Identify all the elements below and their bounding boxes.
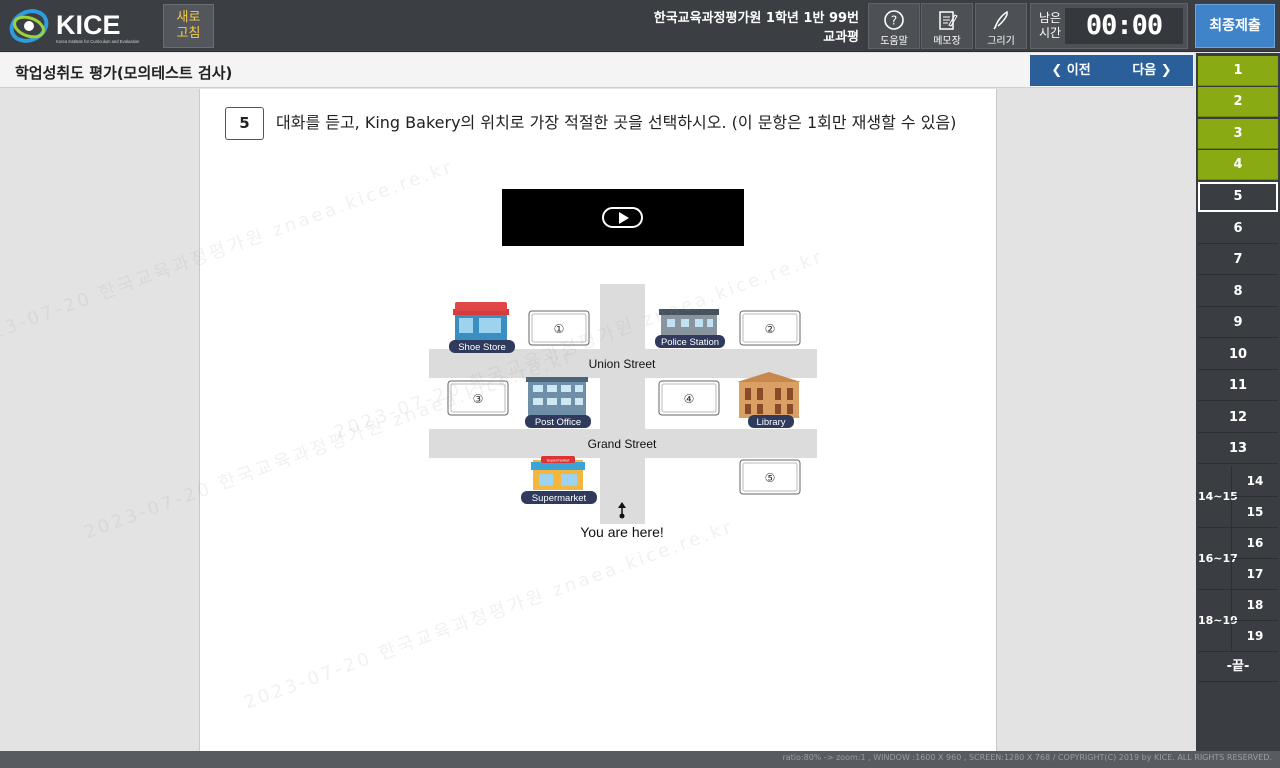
audio-player[interactable] <box>502 189 744 246</box>
refresh-label-line2: 고침 <box>176 26 201 41</box>
next-label: 다음 <box>1132 63 1157 78</box>
student-id: 한국교육과정평가원 1학년 1반 99번 <box>653 11 859 26</box>
question-nav-11[interactable]: 11 <box>1198 371 1278 401</box>
question-nav-2[interactable]: 2 <box>1198 87 1278 117</box>
help-icon: ? <box>884 10 904 30</box>
page-title: 학업성취도 평가(모의테스트 검사) <box>15 64 233 82</box>
remaining-time: 남은 시간 00:00 <box>1030 3 1188 49</box>
library-label: Library <box>756 417 785 428</box>
option-1-label: ① <box>554 322 565 336</box>
shoe-store-building <box>453 302 509 341</box>
logo-subtext: Korea Institute for Curriculum and Evalu… <box>56 39 140 44</box>
option-3-box[interactable]: ③ <box>447 380 509 416</box>
post-office-label: Post Office <box>535 417 581 428</box>
help-label: 도움말 <box>880 36 908 47</box>
memo-label: 메모장 <box>933 36 961 47</box>
supermarket-building: Supermarket <box>531 456 585 490</box>
play-button[interactable] <box>602 207 643 228</box>
draw-label: 그리기 <box>987 36 1015 47</box>
question-nav-6[interactable]: 6 <box>1198 214 1278 244</box>
library-building <box>737 372 801 418</box>
question-text: 대화를 듣고, King Bakery의 위치로 가장 적절한 곳을 선택하시오… <box>276 113 957 132</box>
time-value: 00:00 <box>1065 8 1183 44</box>
student-name: 교과평 <box>823 30 859 45</box>
chevron-left-icon: ❮ <box>1051 63 1063 78</box>
option-1-box[interactable]: ① <box>528 310 590 346</box>
question-nav-17[interactable]: 17 <box>1232 559 1278 590</box>
union-street-label: Union Street <box>589 357 656 371</box>
shoe-store-label: Shoe Store <box>458 342 506 353</box>
supermarket-label: Supermarket <box>532 493 587 504</box>
question-nav-7[interactable]: 7 <box>1198 245 1278 275</box>
help-button[interactable]: ? 도움말 <box>868 3 920 49</box>
footer-text: ratio:80% -> zoom:1 , WINDOW :1600 X 960… <box>782 753 1272 762</box>
group-label[interactable]: 16~17 <box>1198 528 1238 590</box>
time-label: 남은 시간 <box>1038 11 1062 40</box>
option-5-label: ⑤ <box>765 471 776 485</box>
pen-icon <box>993 10 1008 30</box>
refresh-label-line1: 새로 <box>176 10 201 25</box>
supermarket-sign: Supermarket <box>547 458 571 463</box>
question-nav-1[interactable]: 1 <box>1198 56 1278 86</box>
question-group-18-19: 18~19 18 19 <box>1198 590 1278 652</box>
option-4-label: ④ <box>684 392 695 406</box>
question-group-14-15: 14~15 14 15 <box>1198 466 1278 528</box>
street-map: Union Street Grand Street Shoe Store Pol… <box>429 284 817 540</box>
post-office-building <box>526 377 588 418</box>
option-2-box[interactable]: ② <box>739 310 801 346</box>
draw-button[interactable]: 그리기 <box>975 3 1027 49</box>
chevron-right-icon: ❯ <box>1160 63 1172 78</box>
option-2-label: ② <box>765 322 776 336</box>
logo-text: KICE <box>56 10 121 40</box>
you-are-here-label: You are here! <box>580 524 664 540</box>
refresh-button[interactable]: 새로 고침 <box>163 4 214 48</box>
sub-header: 학업성취도 평가(모의테스트 검사) ❮ 이전 다음 ❯ <box>0 53 1194 88</box>
police-station-label: Police Station <box>661 337 719 348</box>
question-nav-19[interactable]: 19 <box>1232 621 1278 652</box>
memo-icon <box>939 11 958 30</box>
footer: ratio:80% -> zoom:1 , WINDOW :1600 X 960… <box>0 751 1280 768</box>
question-nav-12[interactable]: 12 <box>1198 403 1278 433</box>
question-nav-18[interactable]: 18 <box>1232 590 1278 621</box>
question-nav-14[interactable]: 14 <box>1232 466 1278 497</box>
top-bar: KICE Korea Institute for Curriculum and … <box>0 0 1280 52</box>
option-5-box[interactable]: ⑤ <box>739 459 801 495</box>
play-icon <box>619 212 629 224</box>
prev-label: 이전 <box>1066 63 1091 78</box>
group-label[interactable]: 18~19 <box>1198 590 1238 652</box>
question-nav-10[interactable]: 10 <box>1198 340 1278 370</box>
question-paper: 5 대화를 듣고, King Bakery의 위치로 가장 적절한 곳을 선택하… <box>199 89 997 751</box>
question-nav-13[interactable]: 13 <box>1198 434 1278 464</box>
kice-logo: KICE Korea Institute for Curriculum and … <box>8 5 142 47</box>
option-4-box[interactable]: ④ <box>658 380 720 416</box>
question-group-16-17: 16~17 16 17 <box>1198 528 1278 590</box>
question-navigator: 1 2 3 4 5 6 7 8 9 10 11 12 13 14~15 14 1… <box>1196 53 1280 753</box>
question-nav-5[interactable]: 5 <box>1198 182 1278 212</box>
question-nav-9[interactable]: 9 <box>1198 308 1278 338</box>
question-nav-4[interactable]: 4 <box>1198 150 1278 180</box>
memo-button[interactable]: 메모장 <box>921 3 973 49</box>
end-marker[interactable]: -끝- <box>1198 652 1278 682</box>
option-3-label: ③ <box>473 392 484 406</box>
prev-button[interactable]: ❮ 이전 <box>1030 55 1112 86</box>
question-nav-15[interactable]: 15 <box>1232 497 1278 528</box>
final-submit-button[interactable]: 최종제출 <box>1195 4 1275 48</box>
grand-street-label: Grand Street <box>588 437 657 451</box>
question-nav-8[interactable]: 8 <box>1198 277 1278 307</box>
question-nav-16[interactable]: 16 <box>1232 528 1278 559</box>
svg-text:?: ? <box>891 14 897 28</box>
group-label[interactable]: 14~15 <box>1198 466 1238 528</box>
question-number: 5 <box>225 107 264 140</box>
next-button[interactable]: 다음 ❯ <box>1111 55 1193 86</box>
student-info: 한국교육과정평가원 1학년 1반 99번 교과평 <box>654 9 859 47</box>
question-nav-3[interactable]: 3 <box>1198 119 1278 149</box>
